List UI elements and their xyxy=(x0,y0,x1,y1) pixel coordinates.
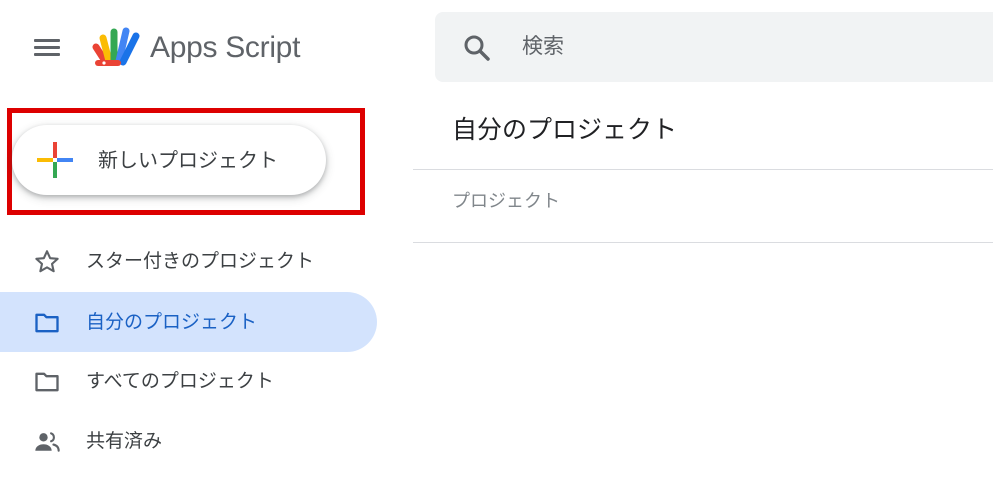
people-icon xyxy=(35,432,60,452)
sidebar-item-label: すべてのプロジェクト xyxy=(86,370,274,392)
apps-script-logo-icon xyxy=(92,27,140,66)
sidebar-item-my-projects[interactable]: 自分のプロジェクト xyxy=(0,292,377,352)
app-title: Apps Script xyxy=(150,31,301,64)
plus-icon xyxy=(37,142,73,178)
search-icon[interactable] xyxy=(462,33,492,63)
new-project-label: 新しいプロジェクト xyxy=(98,148,278,172)
sidebar-item-label: 共有済み xyxy=(86,430,163,452)
folder-icon xyxy=(35,313,59,333)
sidebar-item-all-projects[interactable]: すべてのプロジェクト xyxy=(0,351,377,411)
main-menu-button[interactable] xyxy=(31,35,63,61)
sidebar-item-label: スター付きのプロジェクト xyxy=(86,250,315,272)
menu-bar xyxy=(34,39,60,42)
page-title: 自分のプロジェクト xyxy=(452,115,678,144)
menu-bar xyxy=(34,46,60,49)
search-bar[interactable] xyxy=(435,12,993,82)
search-input[interactable] xyxy=(522,28,942,64)
column-header-project[interactable]: プロジェクト xyxy=(452,189,560,215)
folder-icon xyxy=(35,372,59,392)
sidebar-item-label: 自分のプロジェクト xyxy=(86,311,258,333)
divider xyxy=(413,242,993,243)
sidebar-item-starred[interactable]: スター付きのプロジェクト xyxy=(0,231,377,291)
menu-bar xyxy=(34,53,60,56)
star-icon xyxy=(35,250,59,273)
new-project-button[interactable]: 新しいプロジェクト xyxy=(12,125,326,195)
divider xyxy=(413,169,993,170)
sidebar-item-shared[interactable]: 共有済み xyxy=(0,411,377,471)
